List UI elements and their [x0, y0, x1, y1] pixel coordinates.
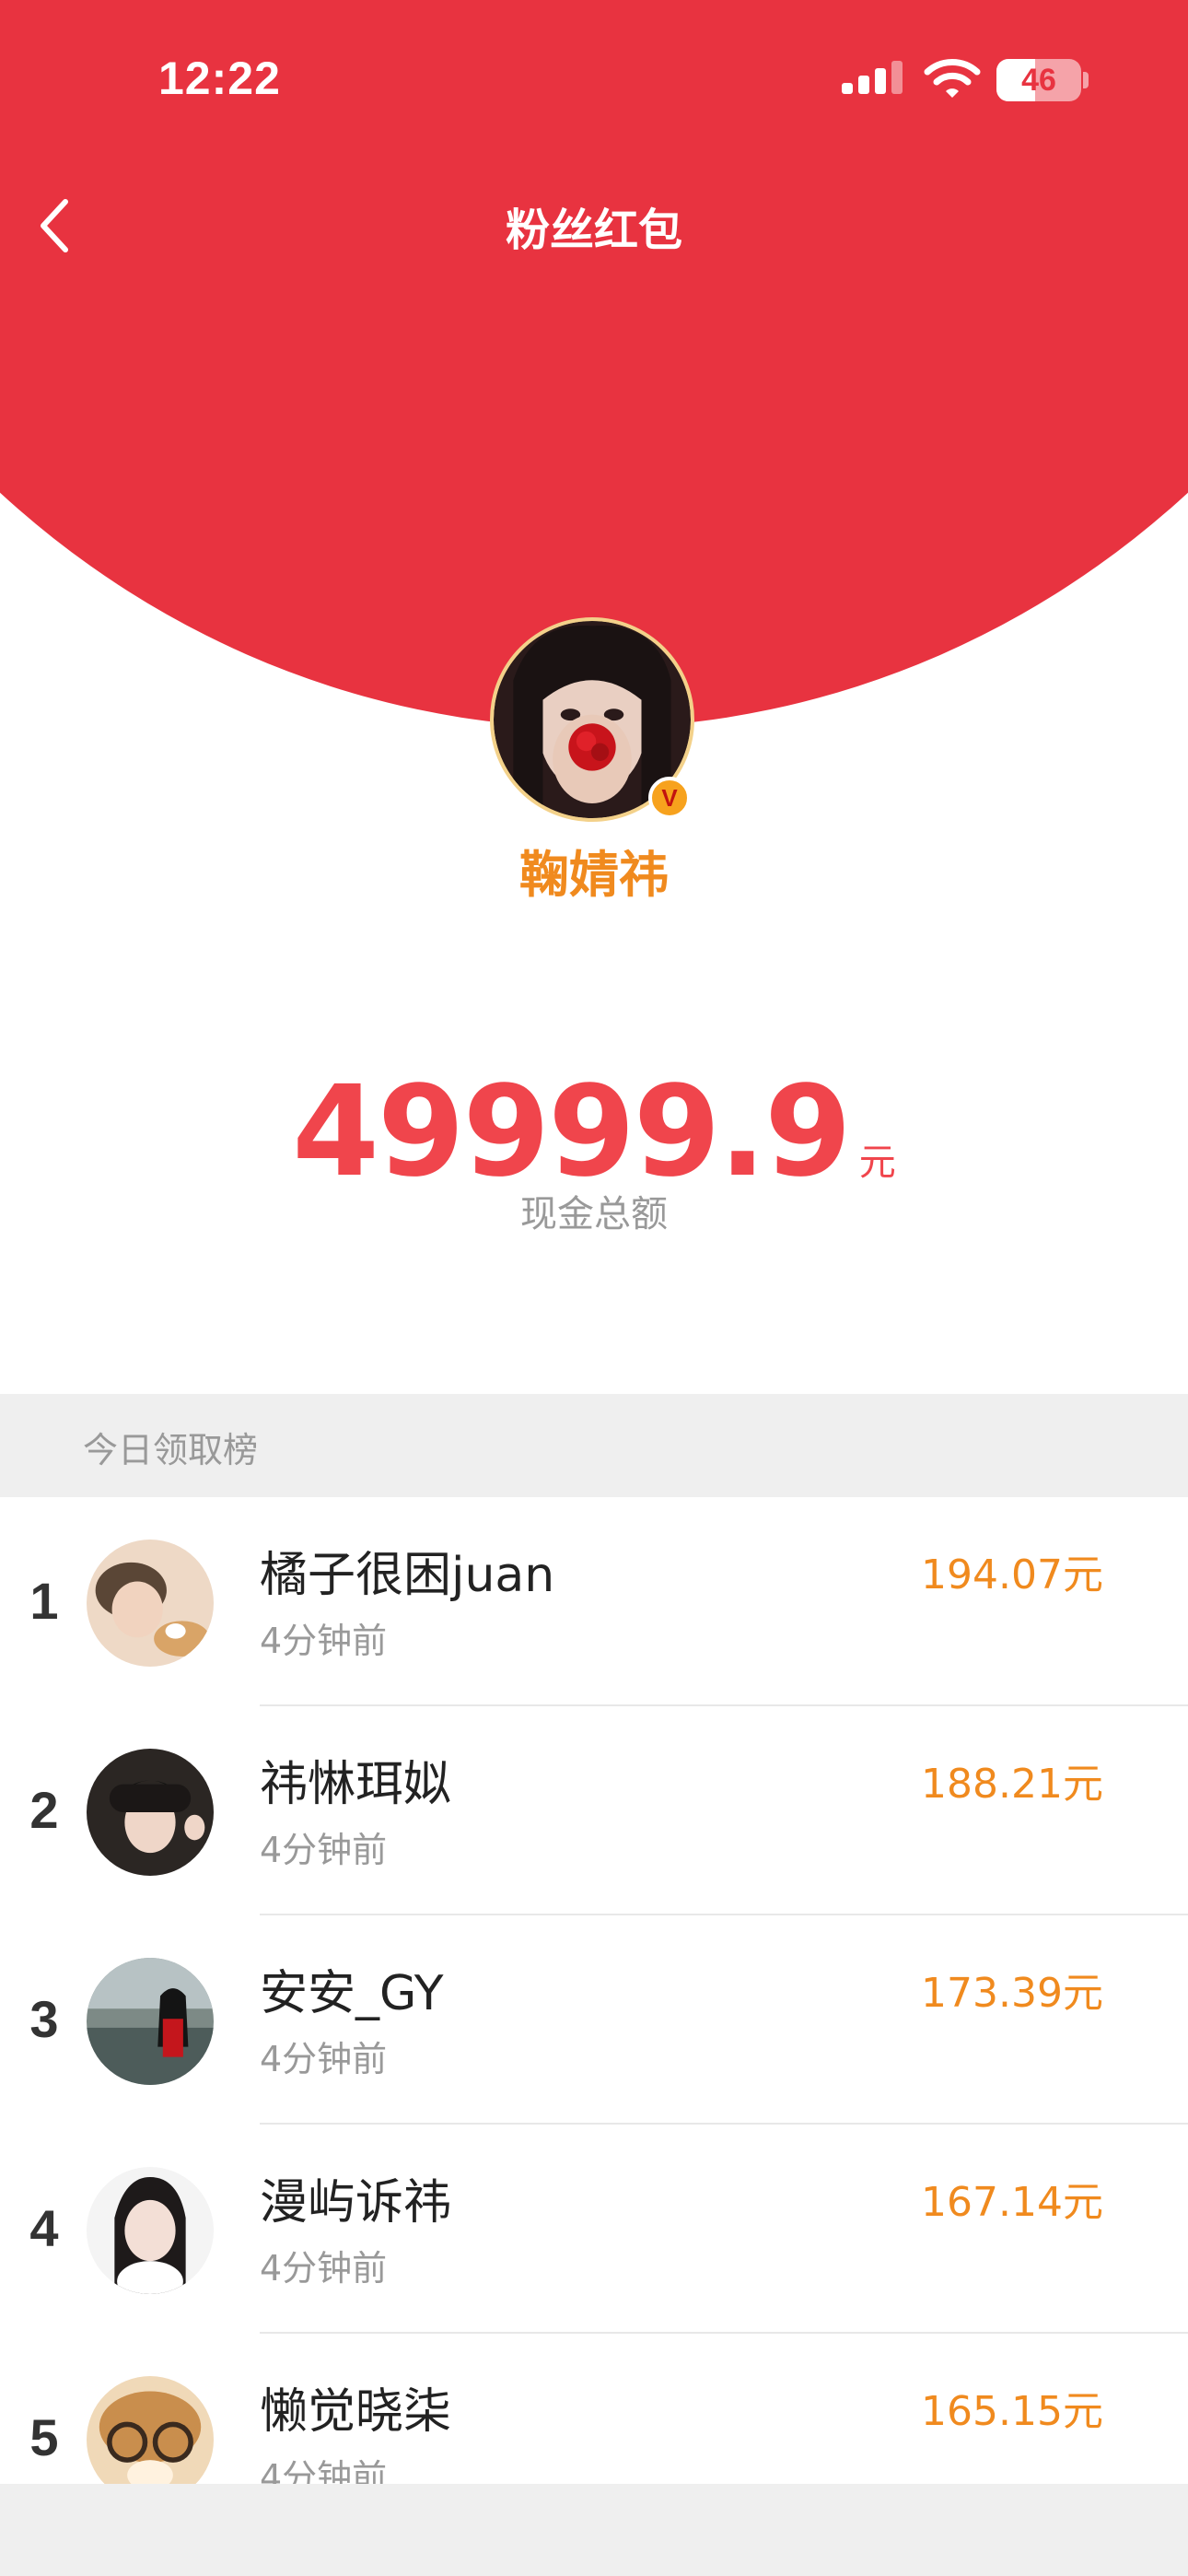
ranking-header: 今日领取榜 — [0, 1394, 1188, 1497]
claim-time: 4分钟前 — [260, 1830, 388, 1870]
claim-time: 4分钟前 — [260, 2248, 388, 2289]
total-amount-label: 现金总额 — [520, 1193, 668, 1235]
battery-level: 46 — [1021, 63, 1056, 98]
claim-amount: 167.14元 — [921, 2179, 1103, 2226]
rank-number: 5 — [29, 2408, 59, 2466]
battery-tip — [1083, 72, 1089, 88]
user-name: 祎惏珥姒 — [260, 1757, 452, 1812]
ranking-row[interactable]: 3 安安_GY 4分钟前 173.39元 — [0, 1915, 1188, 2125]
rank-number: 3 — [29, 1990, 59, 2048]
ranking-row[interactable]: 1 橘子很困juan 4分钟前 194.07元 — [0, 1497, 1188, 1706]
user-name: 漫屿诉祎 — [260, 2175, 452, 2231]
user-avatar[interactable] — [87, 1958, 214, 2085]
claim-amount: 194.07元 — [921, 1551, 1103, 1598]
ranking-title: 今日领取榜 — [83, 1430, 259, 1470]
ranking-row[interactable]: 4 漫屿诉祎 4分钟前 167.14元 — [0, 2125, 1188, 2334]
claim-amount: 173.39元 — [921, 1970, 1103, 2017]
ranking-row[interactable]: 2 祎惏珥姒 4分钟前 188.21元 — [0, 1706, 1188, 1915]
user-avatar[interactable] — [87, 1749, 214, 1876]
claim-amount: 165.15元 — [921, 2388, 1103, 2435]
user-name: 安安_GY — [260, 1966, 444, 2021]
claim-time: 4分钟前 — [260, 2039, 388, 2079]
status-time: 12:22 — [158, 53, 281, 104]
rank-number: 2 — [29, 1781, 59, 1839]
ranking-list: 1 橘子很困juan 4分钟前 194.07元 2 祎惏珥姒 4分钟前 188.… — [0, 1497, 1188, 2543]
user-name: 懒觉晓柒 — [260, 2384, 452, 2440]
claim-amount: 188.21元 — [921, 1761, 1103, 1808]
status-bar: 12:22 46 — [0, 0, 1188, 157]
bottom-bar — [0, 2484, 1188, 2576]
user-name: 橘子很困juan — [260, 1548, 555, 1603]
page-title: 粉丝红包 — [505, 205, 682, 256]
total-amount-unit: 元 — [858, 1142, 896, 1184]
battery-icon: 46 — [996, 59, 1081, 101]
cellular-signal-icon — [842, 61, 903, 94]
wifi-icon — [924, 59, 981, 98]
user-avatar[interactable] — [87, 2167, 214, 2294]
user-avatar[interactable] — [87, 1540, 214, 1667]
rank-number: 1 — [29, 1572, 59, 1630]
verified-badge-icon: V — [648, 777, 691, 819]
owner-name[interactable]: 鞠婧祎 — [0, 834, 1188, 907]
claim-time: 4分钟前 — [260, 1621, 388, 1661]
rank-number: 4 — [29, 2199, 59, 2257]
